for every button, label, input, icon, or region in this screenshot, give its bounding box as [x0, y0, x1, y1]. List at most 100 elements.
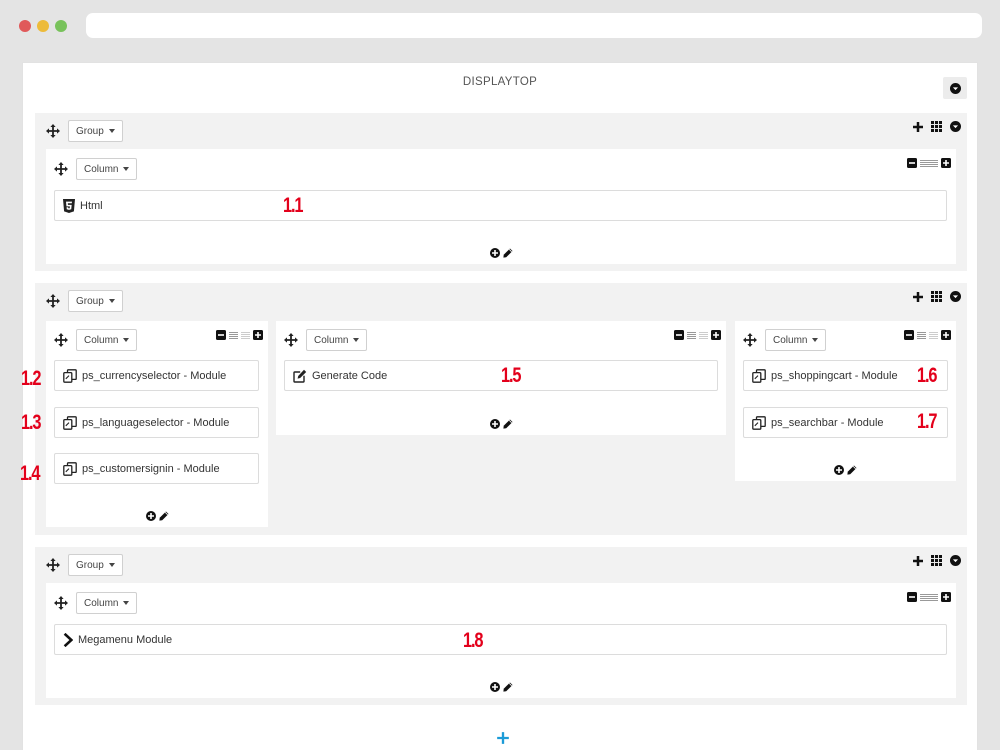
add-module-icon[interactable] — [490, 419, 500, 429]
group-dropdown-button[interactable]: Group — [68, 120, 123, 142]
column-width-indicator — [929, 331, 938, 339]
module-icon — [752, 369, 766, 383]
circle-down-icon[interactable] — [950, 555, 961, 566]
add-module-icon[interactable] — [146, 511, 156, 521]
column-width-indicator — [241, 331, 250, 339]
add-group-icon[interactable] — [496, 731, 510, 745]
caret-down-icon — [108, 129, 115, 133]
module-label: Generate Code — [312, 369, 388, 382]
edit-pencil-icon[interactable] — [503, 419, 513, 429]
address-bar[interactable] — [86, 13, 982, 38]
module-html[interactable]: Html — [54, 190, 947, 221]
move-icon[interactable] — [54, 162, 68, 176]
group-1: Group Column Html — [35, 113, 967, 271]
column-dropdown-label: Column — [314, 334, 349, 346]
column-footer — [46, 511, 268, 521]
window-close-dot[interactable] — [19, 20, 31, 32]
edit-pencil-icon[interactable] — [503, 682, 513, 692]
module-icon — [752, 416, 766, 430]
move-icon[interactable] — [54, 333, 68, 347]
column-footer — [46, 682, 956, 692]
move-icon[interactable] — [284, 333, 298, 347]
caret-down-icon — [123, 338, 130, 342]
add-module-icon[interactable] — [490, 682, 500, 692]
module-megamenu[interactable]: Megamenu Module — [54, 624, 947, 655]
column: Column ps_currencyselector - Module ps_l… — [46, 321, 268, 527]
group-2: Group Column ps_currencyselector - Modul… — [35, 283, 967, 535]
add-module-icon[interactable] — [490, 248, 500, 258]
column-dropdown-button[interactable]: Column — [76, 158, 138, 180]
move-icon[interactable] — [54, 596, 68, 610]
minus-square-icon[interactable] — [907, 158, 917, 168]
module-icon — [63, 462, 77, 476]
module-icon — [63, 369, 77, 383]
column: Column ps_shoppingcart - Module ps_searc… — [735, 321, 956, 481]
module-label: Megamenu Module — [78, 633, 173, 646]
plus-square-icon[interactable] — [253, 330, 263, 340]
add-column-icon[interactable] — [913, 292, 923, 302]
plus-square-icon[interactable] — [711, 330, 721, 340]
circle-down-icon[interactable] — [950, 121, 961, 132]
module-ps-currencyselector[interactable]: ps_currencyselector - Module — [54, 360, 259, 391]
caret-down-icon — [812, 338, 819, 342]
column-footer — [276, 419, 726, 429]
column-width-indicator — [917, 331, 926, 339]
module-ps-customersignin[interactable]: ps_customersignin - Module — [54, 453, 259, 484]
hook-toggle-button[interactable] — [943, 77, 967, 99]
move-icon[interactable] — [46, 124, 60, 138]
annotation-label: 1.3 — [21, 411, 41, 434]
column-dropdown-button[interactable]: Column — [76, 329, 138, 351]
annotation-label: 1.4 — [20, 462, 40, 485]
minus-square-icon[interactable] — [907, 592, 917, 602]
minus-square-icon[interactable] — [216, 330, 226, 340]
move-icon[interactable] — [46, 558, 60, 572]
circle-down-icon[interactable] — [950, 291, 961, 302]
module-ps-languageselector[interactable]: ps_languageselector - Module — [54, 407, 259, 438]
group-toolbar — [913, 555, 961, 566]
edit-pencil-icon[interactable] — [159, 511, 169, 521]
column-dropdown-label: Column — [773, 334, 808, 346]
caret-down-icon — [123, 601, 130, 605]
grid-icon[interactable] — [931, 121, 942, 132]
edit-pencil-icon[interactable] — [503, 248, 513, 258]
group-dropdown-button[interactable]: Group — [68, 554, 123, 576]
plus-square-icon[interactable] — [941, 158, 951, 168]
column-width-tools — [216, 330, 263, 340]
window-minimize-dot[interactable] — [37, 20, 49, 32]
minus-square-icon[interactable] — [904, 330, 914, 340]
annotation-label: 1.7 — [917, 410, 937, 433]
annotation-label: 1.2 — [21, 367, 41, 390]
circle-down-icon — [950, 83, 961, 94]
plus-square-icon[interactable] — [941, 330, 951, 340]
hook-title: DISPLAYTOP — [462, 76, 538, 88]
minus-square-icon[interactable] — [674, 330, 684, 340]
module-icon — [63, 416, 77, 430]
annotation-label: 1.5 — [501, 364, 521, 387]
plus-square-icon[interactable] — [941, 592, 951, 602]
column-width-indicator — [920, 159, 938, 167]
column-dropdown-button[interactable]: Column — [306, 329, 368, 351]
column-width-indicator — [920, 593, 938, 601]
column-dropdown-button[interactable]: Column — [765, 329, 827, 351]
caret-down-icon — [108, 299, 115, 303]
group-3: Group Column Megamenu Module — [35, 547, 967, 705]
move-icon[interactable] — [743, 333, 757, 347]
move-icon[interactable] — [46, 294, 60, 308]
module-label: Html — [80, 199, 103, 212]
caret-down-icon — [108, 563, 115, 567]
add-module-icon[interactable] — [834, 465, 844, 475]
add-column-icon[interactable] — [913, 122, 923, 132]
grid-icon[interactable] — [931, 291, 942, 302]
column-dropdown-button[interactable]: Column — [76, 592, 138, 614]
add-column-icon[interactable] — [913, 556, 923, 566]
column-dropdown-label: Column — [84, 163, 119, 175]
column: Column Html — [46, 149, 956, 264]
column-width-indicator — [229, 331, 238, 339]
caret-down-icon — [123, 167, 130, 171]
edit-pencil-icon[interactable] — [847, 465, 857, 475]
group-toolbar — [913, 121, 961, 132]
annotation-label: 1.8 — [463, 629, 483, 652]
grid-icon[interactable] — [931, 555, 942, 566]
group-dropdown-button[interactable]: Group — [68, 290, 123, 312]
window-maximize-dot[interactable] — [55, 20, 67, 32]
